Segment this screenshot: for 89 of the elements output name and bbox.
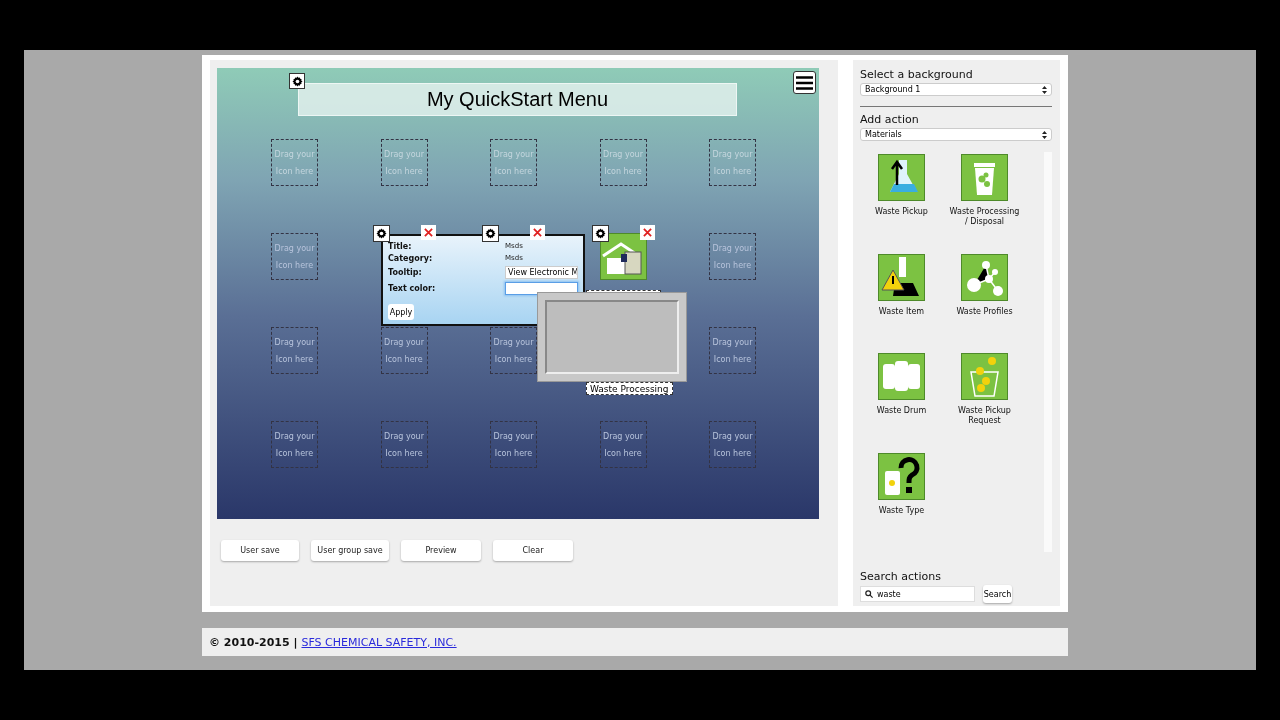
action-tile[interactable] — [878, 452, 925, 500]
slot-hint: Drag your — [384, 148, 424, 160]
icon-drop-slot[interactable]: Drag your Icon here — [709, 421, 756, 468]
icon-drop-slot[interactable]: Drag your Icon here — [599, 421, 647, 468]
slot-hint: Drag your — [603, 430, 643, 442]
slot-hint: Icon here — [494, 447, 533, 459]
slot-hint: Icon here — [604, 447, 642, 459]
action-label: Waste Pickup — [874, 207, 929, 217]
close-icon — [533, 228, 542, 237]
section-heading: Search actions — [860, 570, 942, 583]
settings-button[interactable] — [482, 225, 499, 242]
close-button[interactable] — [639, 225, 655, 240]
close-button[interactable] — [420, 225, 436, 240]
action-button[interactable]: Preview — [401, 540, 481, 561]
icon-drop-slot[interactable]: Drag your Icon here — [380, 421, 428, 468]
slot-hint: Drag your — [493, 336, 534, 348]
slot-hint: Drag your — [274, 430, 315, 442]
settings-button[interactable] — [591, 225, 609, 242]
slot-hint: Icon here — [713, 353, 752, 365]
copyright-text: © 2010-2015 | — [209, 635, 298, 649]
icon-drop-slot[interactable]: Drag your Icon here — [380, 327, 428, 374]
action-label: Waste Processing — [586, 382, 673, 395]
close-icon — [423, 228, 433, 237]
slot-hint: Icon here — [275, 447, 314, 459]
slot-hint: Icon here — [713, 259, 752, 271]
field-label: Category: — [388, 253, 434, 263]
field-label: Tooltip: — [388, 267, 423, 277]
icon-drop-slot[interactable]: Drag your Icon here — [490, 421, 537, 468]
action-category-select[interactable]: Materials — [860, 128, 1052, 141]
settings-icon — [485, 228, 496, 239]
text-input[interactable] — [505, 281, 578, 295]
dropdown-icon — [1042, 130, 1047, 139]
icon-drop-slot[interactable]: Drag your Icon here — [271, 421, 318, 468]
slot-hint: Icon here — [494, 353, 533, 365]
action-tile[interactable] — [961, 253, 1008, 301]
icon-drop-slot[interactable]: Drag your Icon here — [709, 327, 756, 374]
close-button[interactable] — [530, 225, 545, 240]
field-label: Title: — [388, 241, 413, 251]
slot-hint: Drag your — [274, 336, 315, 348]
slot-hint: Drag your — [712, 336, 753, 348]
slot-hint: Icon here — [385, 447, 423, 459]
action-button[interactable]: User group save — [311, 540, 389, 561]
action-tile[interactable] — [961, 154, 1008, 201]
apply-button[interactable]: Apply — [388, 304, 414, 320]
search-field[interactable]: waste — [860, 586, 975, 602]
search-icon — [865, 590, 873, 598]
slot-hint: Drag your — [712, 242, 753, 254]
settings-icon — [375, 228, 387, 239]
search-button[interactable]: Search — [983, 585, 1012, 603]
close-icon — [642, 228, 652, 237]
slot-hint: Drag your — [384, 336, 424, 348]
action-label: Waste Item — [877, 306, 926, 317]
slot-hint: Icon here — [713, 447, 752, 459]
menu-title: My QuickStart Menu — [298, 83, 737, 116]
action-label: Waste Drum — [875, 406, 928, 416]
company-link[interactable]: SFS CHEMICAL SAFETY, INC. — [301, 635, 457, 649]
action-tile[interactable] — [878, 154, 925, 201]
action-label: Waste Profiles — [955, 306, 1014, 317]
field-label: Text color: — [388, 283, 437, 293]
action-tile[interactable] — [961, 353, 1008, 400]
action-button[interactable]: User save — [221, 540, 299, 561]
action-label: Waste Processing / Disposal — [949, 207, 1020, 227]
settings-button[interactable] — [289, 73, 305, 89]
slot-hint: Icon here — [275, 259, 314, 271]
color-picker[interactable] — [537, 292, 687, 382]
slot-hint: Drag your — [384, 430, 424, 442]
menu-button[interactable] — [793, 71, 816, 94]
settings-button[interactable] — [372, 225, 390, 242]
action-button[interactable]: Clear — [493, 540, 573, 561]
section-heading: Add action — [860, 113, 920, 126]
action-label: Waste Pickup Request — [957, 406, 1012, 426]
action-tile[interactable] — [878, 353, 925, 400]
dropdown-icon — [1042, 85, 1047, 94]
settings-icon — [594, 228, 606, 239]
icon-drop-slot[interactable]: Drag your Icon here — [271, 327, 318, 374]
action-label: Waste Type — [877, 505, 926, 516]
action-tile[interactable] — [878, 253, 925, 301]
menu-icon — [796, 75, 813, 90]
slot-hint: Drag your — [712, 430, 753, 442]
slot-hint: Drag your — [603, 148, 643, 160]
slot-hint: Icon here — [385, 353, 423, 365]
slot-hint: Drag your — [493, 430, 534, 442]
text-input[interactable]: View Electronic M — [505, 265, 578, 279]
slot-hint: Icon here — [275, 353, 314, 365]
slot-hint: Drag your — [274, 242, 315, 254]
action-tile[interactable] — [599, 233, 647, 280]
background-select[interactable]: Background 1 — [860, 83, 1052, 96]
settings-icon — [291, 75, 303, 87]
section-heading: Select a background — [860, 68, 974, 81]
